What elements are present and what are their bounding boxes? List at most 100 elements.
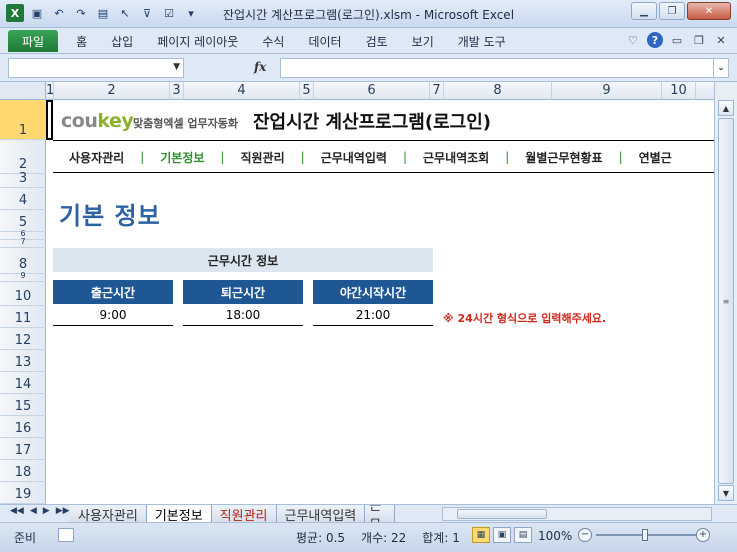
function-icon[interactable]: fx [254, 60, 266, 74]
row-header-cell[interactable]: 18 [0, 460, 46, 482]
field-label-night-start: 야간시작시간 [313, 280, 433, 304]
row-header-cell[interactable]: 9 [0, 271, 46, 282]
tab-page-layout[interactable]: 페이지 레이아웃 [145, 30, 250, 52]
ribbon-minimize-icon[interactable]: ▭ [669, 32, 685, 48]
tab-file[interactable]: 파일 [8, 30, 59, 52]
row-header-cell[interactable]: 13 [0, 350, 46, 372]
ribbon-restore-icon[interactable]: ❐ [691, 32, 707, 48]
first-sheet-icon[interactable]: ◀◀ [10, 506, 24, 516]
sheet-tab-user-admin[interactable]: 사용자관리 [70, 505, 147, 524]
select-all-corner[interactable] [0, 82, 46, 100]
horizontal-scrollbar[interactable] [442, 507, 712, 521]
section-heading: 기본 정보 [59, 202, 161, 230]
ribbon-close-icon[interactable]: ✕ [713, 32, 729, 48]
column-header-cell[interactable]: 4 [184, 82, 300, 100]
tab-view[interactable]: 보기 [400, 30, 446, 52]
nav-item-employee-admin[interactable]: 직원관리 [224, 149, 300, 166]
column-header-cell[interactable]: 7 [430, 82, 444, 100]
divider [53, 140, 714, 141]
name-box[interactable]: ▼ [8, 58, 184, 78]
status-bar: 준비 평균: 0.5 개수: 22 합계: 1 ▦ ▣ ▤ 100% − + [0, 522, 737, 552]
logo-subtitle: 맞춤형엑셀 업무자동화 [133, 117, 239, 130]
row-header-cell[interactable]: 11 [0, 306, 46, 328]
row-header-cell[interactable]: 14 [0, 372, 46, 394]
zoom-level[interactable]: 100% [538, 529, 572, 543]
expand-formula-icon[interactable]: ⌄ [713, 58, 729, 78]
tab-developer[interactable]: 개발 도구 [446, 30, 518, 52]
field-label-start-time: 출근시간 [53, 280, 173, 304]
normal-view-icon[interactable]: ▦ [472, 527, 490, 543]
heart-icon[interactable]: ♡ [625, 32, 641, 48]
row-header-cell[interactable]: 10 [0, 282, 46, 306]
close-button[interactable]: ✕ [687, 2, 731, 20]
worksheet-grid[interactable]: 1 2 3 4 5 6 7 8 9 10 1 2 3 4 5 6 7 8 9 1… [0, 82, 714, 504]
field-value-end-time[interactable]: 18:00 [183, 304, 303, 326]
sheet-tab-employee-admin[interactable]: 직원관리 [211, 505, 277, 524]
status-ready: 준비 [14, 531, 37, 545]
column-header-cell[interactable]: 5 [300, 82, 314, 100]
next-sheet-icon[interactable]: ▶ [43, 506, 50, 516]
zoom-out-icon[interactable]: − [578, 528, 592, 542]
active-cell[interactable] [46, 100, 53, 140]
vertical-scrollbar[interactable]: ▲ ≡ ▼ [714, 82, 737, 504]
sheet-tab-partial[interactable]: 근무 [365, 505, 396, 523]
restore-button[interactable]: ❐ [659, 2, 685, 20]
formula-input[interactable] [280, 58, 714, 78]
row-header-cell[interactable]: 7 [0, 237, 46, 248]
column-header-cell[interactable]: 6 [314, 82, 430, 100]
status-sum: 합계: 1 [422, 531, 460, 545]
row-header-cell[interactable]: 3 [0, 171, 46, 188]
page-break-view-icon[interactable]: ▤ [514, 527, 532, 543]
row-header-cell[interactable]: 4 [0, 188, 46, 210]
scroll-thumb[interactable]: ≡ [718, 118, 734, 484]
tab-formulas[interactable]: 수식 [250, 30, 296, 52]
ribbon: 파일 홈 삽입 페이지 레이아웃 수식 데이터 검토 보기 개발 도구 ♡ ? … [0, 28, 737, 54]
tab-home[interactable]: 홈 [64, 30, 99, 52]
minimize-button[interactable]: ▁ [631, 2, 657, 20]
page-title: 잔업시간 계산프로그램(로그인) [253, 112, 491, 133]
sheet-content: coukey 맞춤형엑셀 업무자동화 잔업시간 계산프로그램(로그인) 사용자관… [53, 100, 714, 504]
page-layout-view-icon[interactable]: ▣ [493, 527, 511, 543]
row-header-cell[interactable]: 19 [0, 482, 46, 504]
tab-data[interactable]: 데이터 [296, 30, 353, 52]
nav-item-monthly-status[interactable]: 월별근무현황표 [509, 149, 618, 166]
nav-item-work-input[interactable]: 근무내역입력 [305, 149, 403, 166]
field-value-night-start[interactable]: 21:00 [313, 304, 433, 326]
scroll-down-icon[interactable]: ▼ [718, 485, 734, 501]
column-header-cell[interactable]: 9 [552, 82, 662, 100]
nav-item-yearly[interactable]: 연별근 [623, 149, 688, 166]
row-header-cell[interactable]: 17 [0, 438, 46, 460]
sheet-tab-work-input[interactable]: 근무내역입력 [276, 505, 366, 524]
zoom-in-icon[interactable]: + [696, 528, 710, 542]
nav-item-user-admin[interactable]: 사용자관리 [53, 149, 140, 166]
sheet-nav-menu: 사용자관리 | 기본정보 | 직원관리 | 근무내역입력 | 근무내역조회 | … [53, 144, 714, 170]
scroll-up-icon[interactable]: ▲ [718, 100, 734, 116]
column-header-cell[interactable]: 1 [46, 82, 54, 100]
chevron-down-icon[interactable]: ▼ [173, 62, 180, 72]
scroll-thumb[interactable] [457, 509, 547, 519]
last-sheet-icon[interactable]: ▶▶ [56, 506, 70, 516]
column-header-cell[interactable]: 10 [662, 82, 696, 100]
column-header-cell[interactable]: 8 [444, 82, 552, 100]
column-header-cell[interactable]: 2 [54, 82, 170, 100]
nav-item-work-lookup[interactable]: 근무내역조회 [407, 149, 505, 166]
row-header-cell[interactable]: 12 [0, 328, 46, 350]
row-header-cell[interactable]: 16 [0, 416, 46, 438]
nav-item-basic-info[interactable]: 기본정보 [144, 149, 220, 166]
status-average: 평균: 0.5 [296, 531, 346, 545]
macro-record-icon[interactable] [58, 528, 74, 542]
row-header-cell[interactable]: 1 [0, 100, 46, 140]
tab-insert[interactable]: 삽입 [99, 30, 145, 52]
column-header-cell[interactable]: 3 [170, 82, 184, 100]
sheet-tab-basic-info[interactable]: 기본정보 [146, 505, 212, 524]
row-header-cell[interactable]: 2 [0, 140, 46, 174]
row-header-cell[interactable]: 15 [0, 394, 46, 416]
field-value-start-time[interactable]: 9:00 [53, 304, 173, 326]
column-header: 1 2 3 4 5 6 7 8 9 10 [0, 82, 714, 100]
zoom-thumb[interactable] [642, 529, 648, 541]
prev-sheet-icon[interactable]: ◀ [30, 506, 37, 516]
tab-review[interactable]: 검토 [354, 30, 400, 52]
zoom-slider[interactable]: − + [578, 527, 712, 543]
work-time-section-header: 근무시간 정보 [53, 248, 433, 272]
help-icon[interactable]: ? [647, 32, 663, 48]
